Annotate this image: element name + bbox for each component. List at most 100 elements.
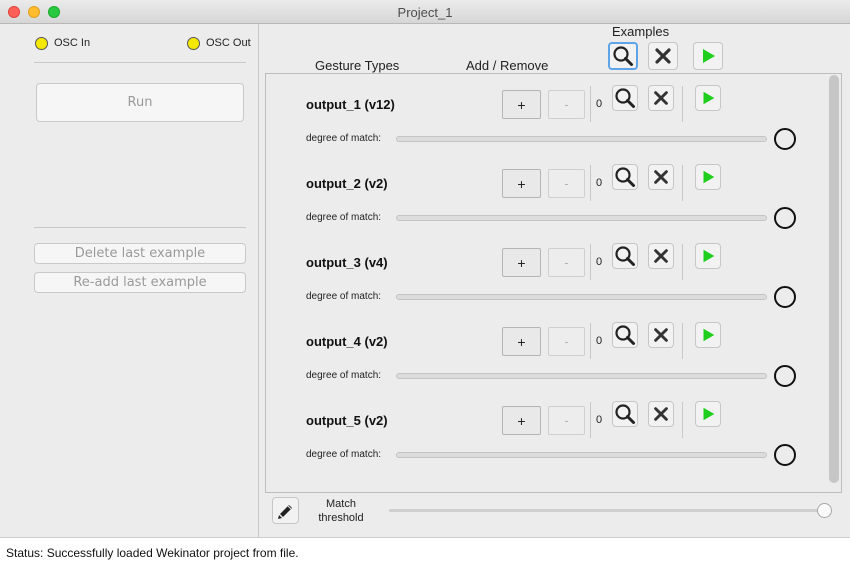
magnifier-icon [615,167,635,187]
magnifier-icon [615,325,635,345]
edit-button[interactable] [272,497,299,524]
match-threshold-label: Match threshold [310,497,372,525]
row-separator [682,86,683,122]
add-example-button[interactable]: + [502,248,541,277]
panel-separator [258,24,259,537]
status-text: Status: Successfully loaded Wekinator pr… [6,546,299,560]
play-output-button[interactable] [695,164,721,190]
degree-of-match-label: degree of match: [306,449,382,460]
search-all-button[interactable] [608,42,638,70]
x-icon [655,48,671,64]
output-name: output_2 (v2) [306,176,388,191]
play-icon [703,49,715,63]
left-divider-top [34,62,246,63]
osc-in-label: OSC In [54,37,91,49]
add-example-button[interactable]: + [502,90,541,119]
search-examples-button[interactable] [612,401,638,427]
osc-out-indicator [187,37,200,50]
magnifier-icon [613,46,633,66]
add-example-button[interactable]: + [502,169,541,198]
delete-examples-button[interactable] [648,164,674,190]
add-example-button[interactable]: + [502,406,541,435]
degree-of-match-bar [396,136,767,142]
delete-examples-button[interactable] [648,85,674,111]
x-icon [654,407,668,421]
window-title: Project_1 [397,5,453,20]
row-separator [590,165,591,201]
example-count: 0 [596,98,603,110]
degree-of-match-label: degree of match: [306,370,382,381]
status-bar: Status: Successfully loaded Wekinator pr… [0,537,850,565]
delete-examples-button[interactable] [648,322,674,348]
play-icon [703,170,715,184]
play-output-button[interactable] [695,322,721,348]
x-icon [654,249,668,263]
play-output-button[interactable] [695,401,721,427]
delete-examples-button[interactable] [648,243,674,269]
match-indicator [774,444,796,466]
output-row: output_4 (v2) + - 0 degree of match: [266,317,828,396]
degree-of-match-label: degree of match: [306,212,382,223]
delete-all-button[interactable] [648,42,678,70]
output-name: output_4 (v2) [306,334,388,349]
title-bar: Project_1 [0,0,850,24]
x-icon [654,170,668,184]
outputs-scrollbar[interactable] [829,75,839,483]
example-count: 0 [596,177,603,189]
example-count: 0 [596,335,603,347]
play-icon [703,328,715,342]
remove-example-button[interactable]: - [548,90,585,119]
add-example-button[interactable]: + [502,327,541,356]
row-separator [682,402,683,438]
magnifier-icon [615,88,635,108]
output-name: output_3 (v4) [306,255,388,270]
threshold-slider-thumb[interactable] [817,503,832,518]
search-examples-button[interactable] [612,164,638,190]
gesture-types-header: Gesture Types [315,58,400,73]
play-all-button[interactable] [693,42,723,70]
delete-examples-button[interactable] [648,401,674,427]
play-icon [703,249,715,263]
row-separator [682,244,683,280]
match-indicator [774,128,796,150]
remove-example-button[interactable]: - [548,169,585,198]
osc-out-label: OSC Out [206,37,251,49]
output-name: output_1 (v12) [306,97,395,112]
output-row: output_2 (v2) + - 0 degree of match: [266,159,828,238]
example-count: 0 [596,256,603,268]
remove-example-button[interactable]: - [548,327,585,356]
search-examples-button[interactable] [612,85,638,111]
left-divider-bottom [34,227,246,228]
delete-last-example-button[interactable]: Delete last example [34,243,246,264]
output-row: output_3 (v4) + - 0 degree of match: [266,238,828,317]
play-icon [703,91,715,105]
remove-example-button[interactable]: - [548,248,585,277]
play-output-button[interactable] [695,243,721,269]
play-output-button[interactable] [695,85,721,111]
remove-example-button[interactable]: - [548,406,585,435]
osc-in-indicator [35,37,48,50]
threshold-slider-track[interactable] [389,509,832,512]
match-indicator [774,207,796,229]
degree-of-match-bar [396,294,767,300]
match-indicator [774,365,796,387]
output-row: output_1 (v12) + - 0 degree of match: [266,80,828,159]
output-row: output_5 (v2) + - 0 degree of match: [266,396,828,475]
play-icon [703,407,715,421]
degree-of-match-label: degree of match: [306,291,382,302]
match-indicator [774,286,796,308]
add-remove-header: Add / Remove [466,58,549,73]
row-separator [590,402,591,438]
row-separator [682,323,683,359]
degree-of-match-label: degree of match: [306,133,382,144]
search-examples-button[interactable] [612,322,638,348]
x-icon [654,328,668,342]
pencil-icon [277,504,292,519]
x-icon [654,91,668,105]
readd-last-example-button[interactable]: Re-add last example [34,272,246,293]
examples-header: Examples [612,24,670,39]
degree-of-match-bar [396,452,767,458]
run-button[interactable]: Run [36,83,244,122]
search-examples-button[interactable] [612,243,638,269]
row-separator [590,244,591,280]
